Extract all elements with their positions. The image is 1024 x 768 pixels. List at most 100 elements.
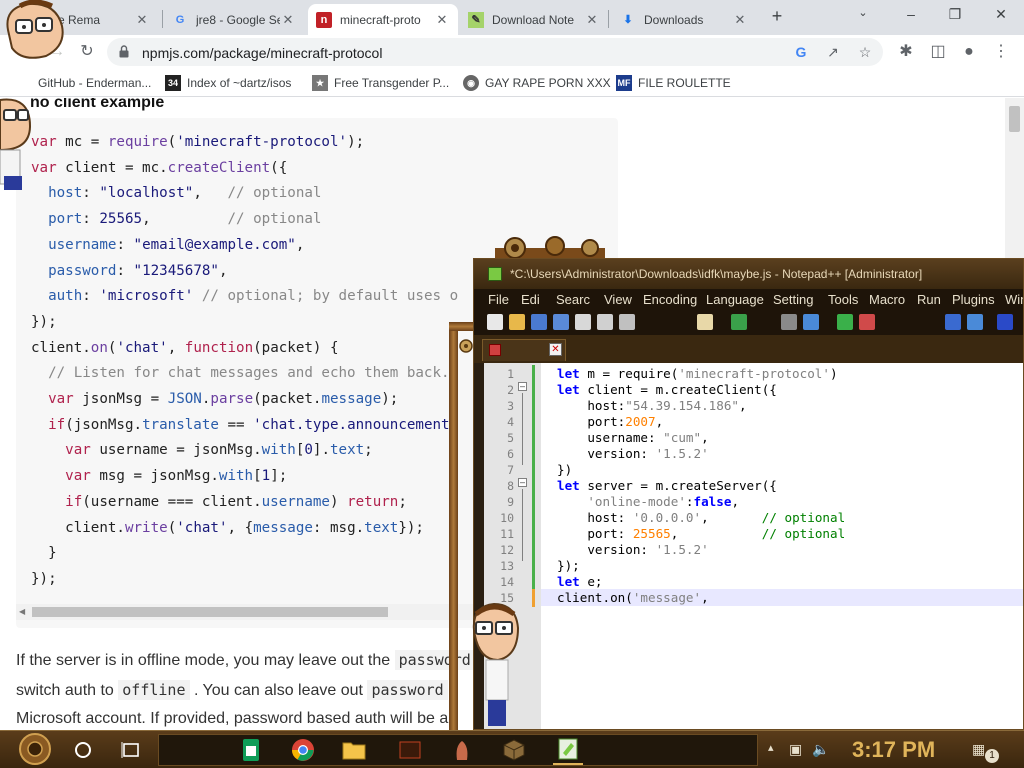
directory-icon: 34 [165, 75, 181, 91]
bookmark-file-roulette[interactable]: MF FILE ROULETTE [616, 74, 731, 92]
tab-minecraft-protocol[interactable]: n minecraft-proto ✕ [308, 4, 458, 35]
scrollbar-thumb[interactable] [1009, 106, 1020, 132]
code-editor[interactable]: 1 2 3 4 5 6 7 8 9 10 11 12 13 14 15 – – let m = requir… [484, 363, 1023, 729]
sheets-icon [243, 739, 259, 761]
undo-icon[interactable] [731, 314, 747, 330]
save-icon[interactable] [531, 314, 547, 330]
menu-run[interactable]: Run [917, 292, 941, 307]
google-lens-icon[interactable]: G [791, 42, 811, 62]
tab-google[interactable]: G jre8 - Google Se ✕ [164, 4, 304, 35]
menu-view[interactable]: View [604, 292, 632, 307]
unsaved-icon [489, 344, 501, 356]
menu-macro[interactable]: Macro [869, 292, 905, 307]
bookmark-github[interactable]: GitHub - Enderman... [38, 74, 151, 92]
minecraft-app-button[interactable] [499, 735, 529, 765]
app-button[interactable] [395, 735, 425, 765]
close-all-icon[interactable] [597, 314, 613, 330]
fold-toggle[interactable]: – [518, 478, 527, 487]
minimize-button[interactable]: – [896, 6, 926, 26]
code-line: }); [31, 570, 57, 587]
paste-icon[interactable] [697, 314, 713, 330]
menu-language[interactable]: Language [706, 292, 764, 307]
close-icon[interactable]: ✕ [280, 12, 296, 28]
open-file-icon[interactable] [509, 314, 525, 330]
zoom-in-icon[interactable] [837, 314, 853, 330]
address-bar[interactable]: npmjs.com/package/minecraft-protocol G ↗… [107, 38, 883, 66]
gear-decoration [495, 236, 605, 259]
code-line: }); [31, 313, 57, 330]
tab-title: Downloads [644, 12, 704, 27]
menu-icon[interactable]: ⋮ [990, 41, 1012, 63]
bookmark-index-dartz[interactable]: 34 Index of ~dartz/isos [165, 74, 291, 92]
close-file-icon[interactable] [575, 314, 591, 330]
task-view-button[interactable] [116, 735, 146, 765]
file-explorer-button[interactable] [339, 735, 369, 765]
notepad-plus-plus-window[interactable]: *C:\Users\Administrator\Downloads\idfk\m… [473, 258, 1024, 730]
window-title: *C:\Users\Administrator\Downloads\idfk\m… [510, 267, 923, 281]
cartoon-character-sprite [0, 98, 32, 190]
app-button[interactable] [447, 735, 477, 765]
scroll-left-icon[interactable]: ◀ [19, 607, 25, 616]
editor-text[interactable]: let m = require('minecraft-protocol') le… [557, 366, 845, 606]
word-wrap-icon[interactable] [945, 314, 961, 330]
find-icon[interactable] [781, 314, 797, 330]
fold-line [522, 489, 523, 561]
close-icon[interactable]: ✕ [134, 12, 150, 28]
share-icon[interactable]: ↗ [823, 42, 843, 62]
tray-expand-icon[interactable]: ▴ [768, 741, 774, 754]
star-icon[interactable]: ☆ [855, 42, 875, 62]
sheets-app-button[interactable] [236, 735, 266, 765]
valve-icon [459, 339, 473, 353]
tab-search-icon[interactable]: ⌄ [848, 6, 878, 26]
line-number: 12 [500, 543, 514, 557]
close-icon[interactable]: ✕ [434, 12, 450, 28]
profile-icon[interactable]: ● [958, 41, 980, 63]
close-icon[interactable]: ✕ [732, 12, 748, 28]
notification-icon[interactable]: ▦ [972, 741, 985, 758]
menu-encoding[interactable]: Encoding [643, 292, 697, 307]
tab-downloads[interactable]: ⬇ Downloads ✕ [612, 4, 756, 35]
menu-settings[interactable]: Setting [773, 292, 813, 307]
indent-guide-icon[interactable] [997, 314, 1013, 330]
reload-button[interactable]: ↻ [76, 41, 98, 63]
scrollbar-thumb[interactable] [32, 607, 388, 617]
network-icon[interactable]: ▣ [789, 741, 802, 758]
bookmark-label: Free Transgender P... [334, 76, 450, 90]
code-line: if(jsonMsg.translate == 'chat.type.annou… [48, 416, 459, 433]
extensions-icon[interactable]: ✱ [895, 41, 917, 63]
restore-button[interactable]: ❐ [940, 6, 970, 26]
zoom-out-icon[interactable] [859, 314, 875, 330]
volume-icon[interactable]: 🔈 [812, 741, 829, 758]
bookmark-globe-link[interactable]: ◉ GAY RAPE PORN XXX [463, 74, 611, 92]
new-tab-button[interactable]: + [762, 6, 792, 26]
menu-window[interactable]: Win [1005, 292, 1023, 307]
line-number: 6 [507, 447, 514, 461]
replace-icon[interactable] [803, 314, 819, 330]
print-icon[interactable] [619, 314, 635, 330]
fold-toggle[interactable]: – [518, 382, 527, 391]
notification-badge: 1 [985, 749, 999, 763]
notepad-plus-plus-app-button[interactable] [553, 735, 583, 765]
menu-file[interactable]: File [488, 292, 509, 307]
save-all-icon[interactable] [553, 314, 569, 330]
close-tab-icon[interactable]: ✕ [549, 343, 562, 356]
start-button[interactable] [14, 732, 56, 766]
tab-download-notepad[interactable]: ✎ Download Note ✕ [460, 4, 608, 35]
close-icon[interactable]: ✕ [584, 12, 600, 28]
chrome-app-button[interactable] [288, 735, 318, 765]
line-number: 4 [507, 415, 514, 429]
side-panel-icon[interactable]: ◫ [927, 41, 949, 63]
document-tab[interactable]: ✕ [482, 339, 566, 361]
menu-plugins[interactable]: Plugins [952, 292, 995, 307]
taskbar-clock[interactable]: 3:17 PM [852, 737, 935, 763]
menu-edit[interactable]: Edi [521, 292, 540, 307]
search-button[interactable] [68, 735, 98, 765]
close-window-button[interactable]: ✕ [986, 6, 1016, 26]
new-file-icon[interactable] [487, 314, 503, 330]
bookmark-free-transgender[interactable]: ★ Free Transgender P... [312, 74, 449, 92]
menu-tools[interactable]: Tools [828, 292, 858, 307]
menu-search[interactable]: Searc [556, 292, 590, 307]
show-symbols-icon[interactable] [967, 314, 983, 330]
window-title-bar[interactable]: *C:\Users\Administrator\Downloads\idfk\m… [474, 259, 1023, 289]
bookmark-label: GAY RAPE PORN XXX [485, 76, 611, 90]
